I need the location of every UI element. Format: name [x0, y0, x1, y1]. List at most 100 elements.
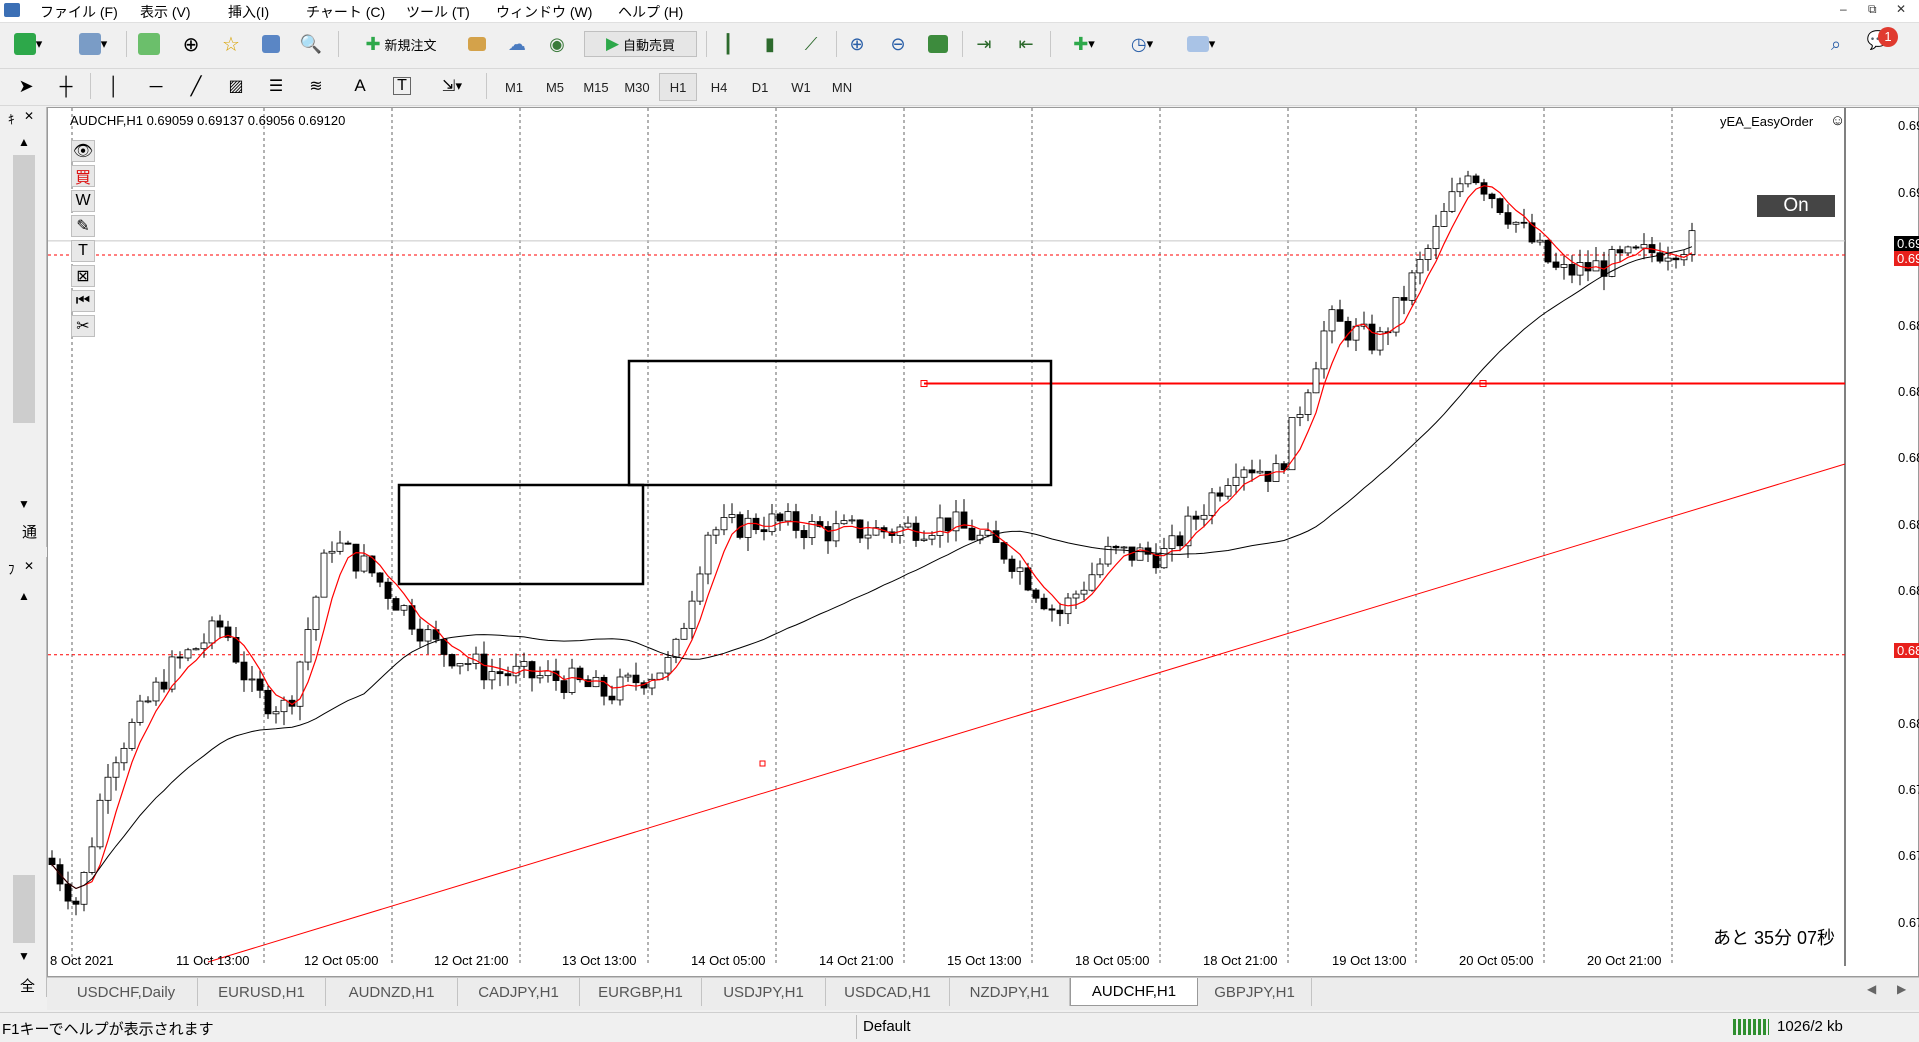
buy-icon[interactable]: 買 — [71, 165, 95, 187]
terminal-button[interactable] — [257, 31, 285, 57]
panel-tab-label-2[interactable]: 全 — [20, 975, 35, 996]
crosshair-button[interactable]: ┼ — [52, 73, 80, 99]
box-icon[interactable]: ⊠ — [71, 265, 95, 287]
market-button[interactable]: ◉ — [543, 31, 571, 57]
ea-on-button[interactable]: On — [1757, 195, 1835, 217]
scroll-down-icon-2[interactable]: ▼ — [18, 949, 30, 963]
zoom-out-button[interactable]: ⊖ — [884, 31, 912, 57]
chart-tab[interactable]: EURGBP,H1 — [580, 978, 702, 1006]
tab-scroll-left-icon[interactable]: ◀ — [1867, 982, 1876, 996]
candle-body — [1688, 230, 1696, 255]
timeframe-mn[interactable]: MN — [823, 73, 861, 101]
profiles-button[interactable]: ▾ — [68, 31, 118, 57]
vertical-line-button[interactable]: │ — [100, 73, 128, 99]
chart-shift-button[interactable]: ⇥ — [970, 31, 998, 57]
chart-tab[interactable]: EURUSD,H1 — [198, 978, 326, 1006]
tab-scroll-right-icon[interactable]: ▶ — [1897, 982, 1906, 996]
signals-button[interactable]: ☁ — [503, 31, 531, 57]
chart-window[interactable]: AUDCHF,H1 0.69059 0.69137 0.69056 0.6912… — [47, 107, 1919, 977]
templates-icon — [1186, 36, 1209, 52]
timeframe-m1[interactable]: M1 — [495, 73, 533, 101]
chart-tab[interactable]: USDJPY,H1 — [702, 978, 826, 1006]
candle-body — [152, 681, 160, 702]
w-icon[interactable]: W — [71, 190, 95, 212]
timeframe-m5[interactable]: M5 — [536, 73, 574, 101]
timeframe-h4[interactable]: H4 — [700, 73, 738, 101]
meta-editor-button[interactable] — [463, 31, 491, 57]
candle-body — [1672, 257, 1680, 261]
market-watch-button[interactable] — [135, 31, 163, 57]
text-icon[interactable]: T — [71, 240, 95, 262]
menu-item-4[interactable]: ツール (T) — [406, 2, 470, 22]
menu-item-2[interactable]: 挿入(I) — [228, 2, 269, 22]
candle-body — [48, 857, 56, 866]
timeframe-d1[interactable]: D1 — [741, 73, 779, 101]
fibo-retracement-button[interactable]: ☰ — [262, 73, 290, 99]
search-button[interactable]: ⌕ — [1822, 31, 1850, 57]
minimize-icon[interactable]: – — [1840, 2, 1847, 16]
panel-tab-label[interactable]: 通 — [22, 521, 37, 542]
data-window-button[interactable]: ⊕ — [177, 31, 205, 57]
panel-close-icon[interactable]: ✕ — [24, 109, 34, 123]
scroll-up-icon-2[interactable]: ▲ — [18, 589, 30, 603]
chart-tab[interactable]: AUDNZD,H1 — [326, 978, 458, 1006]
templates-button[interactable]: ▾ — [1176, 31, 1226, 57]
candlestick-button[interactable]: ▮ — [756, 31, 784, 57]
new-order-button[interactable]: ✚ 新規注文 — [348, 31, 454, 57]
timeframe-m30[interactable]: M30 — [618, 73, 656, 101]
fibo-fan-button[interactable]: ≋ — [302, 73, 330, 99]
candle-body — [848, 519, 856, 522]
arrows-button[interactable]: ⇲ ▾ — [428, 73, 476, 99]
menu-item-1[interactable]: 表示 (V) — [140, 2, 191, 22]
auto-scroll-button[interactable]: ⇤ — [1012, 31, 1040, 57]
timeframe-w1[interactable]: W1 — [782, 73, 820, 101]
periods-button[interactable]: ◷ ▾ — [1118, 31, 1166, 57]
price-chart[interactable] — [48, 108, 1918, 976]
timeframe-h1[interactable]: H1 — [659, 73, 697, 101]
trendline-button[interactable]: ╱ — [182, 73, 210, 99]
scrollbar-thumb-2[interactable] — [13, 875, 35, 943]
panel-pin-icon[interactable]: ｷ — [8, 109, 15, 128]
scissors-icon[interactable]: ✂ — [71, 315, 95, 337]
panel-close-icon-2[interactable]: ✕ — [24, 559, 34, 573]
restore-icon[interactable]: ⧉ — [1868, 2, 1877, 17]
scrollbar-thumb[interactable] — [13, 155, 35, 423]
menu-item-6[interactable]: ヘルプ (H) — [618, 2, 683, 22]
chart-tab[interactable]: CADJPY,H1 — [458, 978, 580, 1006]
bar-chart-button[interactable]: ┃ — [714, 31, 742, 57]
candle-body — [1456, 183, 1464, 193]
chart-tab[interactable]: AUDCHF,H1 — [1070, 978, 1198, 1006]
indicators-button[interactable]: ✚ ▾ — [1060, 31, 1108, 57]
eye-icon[interactable]: 👁 — [71, 140, 95, 162]
horizontal-line-button[interactable]: ─ — [142, 73, 170, 99]
menu-item-5[interactable]: ウィンドウ (W) — [496, 2, 592, 22]
equidistant-channel-button[interactable]: ▨ — [222, 73, 250, 99]
pen-icon[interactable]: ✎ — [71, 215, 95, 237]
cursor-button[interactable]: ➤ — [12, 73, 40, 99]
auto-trading-button[interactable]: ▶ 自動売買 — [584, 31, 697, 57]
chart-tab[interactable]: NZDJPY,H1 — [950, 978, 1070, 1006]
text-tool-button[interactable]: A — [346, 73, 374, 99]
text-label-button[interactable]: T — [388, 73, 416, 99]
panel-pin-icon-2[interactable]: ﾌ — [8, 559, 15, 578]
notifications-button[interactable]: 💬 1 — [1858, 27, 1898, 53]
scroll-down-icon[interactable]: ▼ — [18, 497, 30, 511]
menu-item-0[interactable]: ファイル (F) — [40, 2, 118, 22]
candle-body — [440, 638, 448, 655]
rewind-icon[interactable]: ⏮ — [71, 290, 95, 312]
zoom-in-button[interactable]: ⊕ — [843, 31, 871, 57]
menu-item-3[interactable]: チャート (C) — [306, 2, 385, 22]
chart-tab[interactable]: USDCAD,H1 — [826, 978, 950, 1006]
tile-windows-button[interactable] — [924, 31, 952, 57]
chart-tab[interactable]: USDCHF,Daily — [55, 978, 198, 1006]
navigator-button[interactable]: ☆ — [217, 31, 245, 57]
line-chart-icon: ⟋ — [804, 33, 818, 54]
chart-tab[interactable]: GBPJPY,H1 — [1198, 978, 1312, 1006]
candle-body — [1112, 545, 1120, 549]
scroll-up-icon[interactable]: ▲ — [18, 135, 30, 149]
line-chart-button[interactable]: ⟋ — [797, 31, 825, 57]
timeframe-m15[interactable]: M15 — [577, 73, 615, 101]
strategy-tester-button[interactable]: 🔍 — [297, 31, 325, 57]
new-chart-button[interactable]: ▾ — [8, 31, 48, 57]
close-icon[interactable]: ✕ — [1896, 2, 1906, 16]
